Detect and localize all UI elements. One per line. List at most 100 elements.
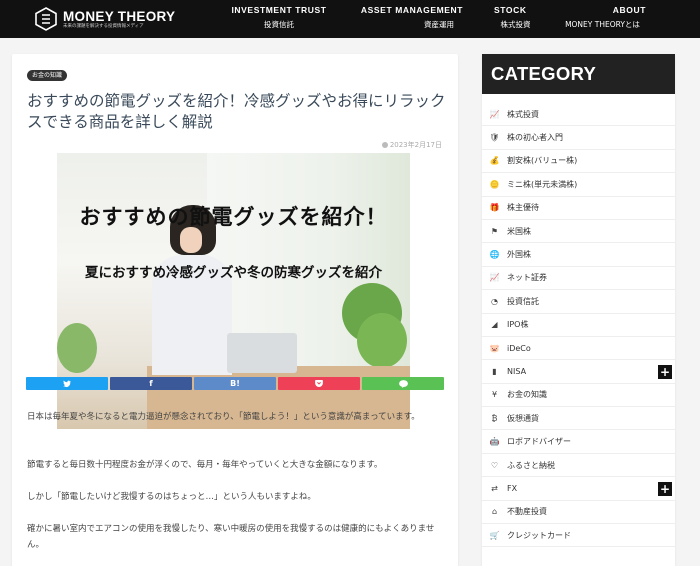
article-title: おすすめの節電グッズを紹介！冷感グッズやお得にリラックスできる商品を詳しく解説 xyxy=(27,92,446,131)
shield-icon: 🛡 xyxy=(489,133,500,143)
house-icon: ⌂ xyxy=(491,507,498,517)
sidebar-category-item[interactable]: 🛡 株の初心者入門 xyxy=(482,126,675,150)
chart-line-icon: 📈 xyxy=(489,109,500,119)
line-share-button[interactable] xyxy=(362,377,444,390)
sidebar-category-item[interactable]: ◔ 投資信託 xyxy=(482,290,675,314)
sidebar-category-label: ミニ株(単元未満株) xyxy=(507,179,578,189)
hero-text-main: おすすめの節電グッズを紹介！ xyxy=(79,205,388,229)
category-sidebar: CATEGORY 📈 株式投資 🛡 株の初心者入門 💰 割安株(バリュー株) 🪙 ミニ株(単元… xyxy=(482,54,675,566)
hero-plant xyxy=(57,323,97,373)
nav-about[interactable]: ABOUT MONEY THEORYとは xyxy=(555,5,650,30)
sidebar-category-label: ロボアドバイザー xyxy=(507,437,571,447)
pocket-share-button[interactable] xyxy=(278,377,360,390)
logo-mark-icon xyxy=(34,7,58,31)
sidebar-category-label: 不動産投資 xyxy=(507,507,547,517)
article-date: 2023年2月17日 xyxy=(381,140,442,150)
twitter-share-button[interactable] xyxy=(26,377,108,390)
sidebar-category-label: 株式投資 xyxy=(507,109,539,119)
sidebar-category-item[interactable]: 📈 株式投資 xyxy=(482,103,675,127)
article-paragraph: 確かに暑い室内でエアコンの使用を我慢したり、寒い中暖房の使用を我慢するのは健康的… xyxy=(27,524,435,550)
hands-icon: ♡ xyxy=(490,460,499,470)
hatena-share-button[interactable]: B! xyxy=(194,377,276,390)
sidebar-category-label: ふるさと納税 xyxy=(507,460,555,470)
line-icon xyxy=(398,379,408,388)
gift-icon: 🎁 xyxy=(489,203,500,213)
sidebar-category-label: iDeCo xyxy=(507,343,531,353)
sidebar-category-label: 仮想通貨 xyxy=(507,413,539,423)
clock-icon xyxy=(381,142,388,148)
sidebar-category-item[interactable]: ¥ お金の知識 xyxy=(482,384,675,408)
sidebar-category-item[interactable]: 🐷 iDeCo xyxy=(482,337,675,361)
coins-icon: 🪙 xyxy=(489,179,500,189)
article-card: お金の知識 おすすめの節電グッズを紹介！冷感グッズやお得にリラックスできる商品を… xyxy=(12,54,458,566)
robot-icon: 🤖 xyxy=(489,437,500,447)
sidebar-category-item[interactable]: ▮ NISA + xyxy=(482,360,675,384)
hatena-icon: B! xyxy=(230,379,240,388)
sidebar-category-item[interactable]: 🎁 株主優待 xyxy=(482,197,675,220)
nav-label-ja: 投資信託 xyxy=(264,20,294,29)
sidebar-category-label: ネット証券 xyxy=(507,273,547,283)
sidebar-category-item[interactable]: ⌂ 不動産投資 xyxy=(482,501,675,525)
nav-stock[interactable]: STOCK 株式投資 xyxy=(488,5,543,30)
sidebar-category-label: 株主優待 xyxy=(507,203,539,213)
logo-subtitle: 未来の課題を解決する投資情報メディア xyxy=(63,23,144,29)
sidebar-category-item[interactable]: ⇄ FX + xyxy=(482,477,675,501)
sidebar-category-label: 投資信託 xyxy=(507,296,539,306)
sidebar-category-item[interactable]: 🌐 外国株 xyxy=(482,243,675,267)
facebook-share-button[interactable]: f xyxy=(110,377,192,390)
flag-icon: ⚑ xyxy=(490,226,499,236)
sidebar-category-label: 割安株(バリュー株) xyxy=(507,156,578,166)
sidebar-category-item[interactable]: 📈 ネット証券 xyxy=(482,267,675,291)
sidebar-category-label: NISA xyxy=(507,366,527,376)
expand-plus-button[interactable]: + xyxy=(658,365,672,380)
sidebar-category-item[interactable]: ⚑ 米国株 xyxy=(482,220,675,244)
sidebar-category-label: 米国株 xyxy=(507,226,531,236)
coin-stack-icon: ¥ xyxy=(491,390,498,400)
article-date-text: 2023年2月17日 xyxy=(389,141,442,149)
nav-asset-management[interactable]: ASSET MANAGEMENT 資産運用 xyxy=(356,5,468,30)
sidebar-category-label: IPO株 xyxy=(507,320,529,330)
exchange-icon: ⇄ xyxy=(491,483,498,493)
cart-icon: 🛒 xyxy=(489,530,500,540)
money-bag-icon: 💰 xyxy=(489,156,500,166)
sidebar-category-label: FX xyxy=(507,483,518,493)
nav-label-en: STOCK xyxy=(494,5,527,15)
article-paragraph: 節電すると毎日数十円程度お金が浮くので、毎月・毎年やっていくと大きな金額になりま… xyxy=(27,460,383,470)
sidebar-category-item[interactable]: ◢ IPO株 xyxy=(482,314,675,337)
article-paragraph: しかし「節電したいけど我慢するのはちょっと…」という人もいますよね。 xyxy=(27,492,316,502)
sidebar-category-label: お金の知識 xyxy=(507,390,547,400)
nav-label-ja: MONEY THEORYとは xyxy=(565,20,640,29)
sidebar-category-label: 外国株 xyxy=(507,250,531,260)
bitcoin-icon: ₿ xyxy=(491,413,498,423)
rising-chart-icon: ◢ xyxy=(491,320,498,330)
nav-investment-trust[interactable]: INVESTMENT TRUST 投資信託 xyxy=(226,5,332,30)
sidebar-category-item[interactable]: 💰 割安株(バリュー株) xyxy=(482,150,675,174)
hero-text-sub: 夏におすすめ冷感グッズや冬の防寒グッズを紹介 xyxy=(85,265,382,281)
expand-plus-button[interactable]: + xyxy=(658,482,672,497)
sidebar-category-item[interactable]: 🪙 ミニ株(単元未満株) xyxy=(482,173,675,197)
hero-laptop xyxy=(227,333,297,373)
logo-title: MONEY THEORY xyxy=(63,8,176,24)
share-buttons: f B! xyxy=(26,377,444,390)
sidebar-category-item[interactable]: ₿ 仮想通貨 xyxy=(482,407,675,431)
nav-label-ja: 資産運用 xyxy=(424,20,454,29)
nav-label-ja: 株式投資 xyxy=(500,20,531,29)
site-logo[interactable]: MONEY THEORY 未来の課題を解決する投資情報メディア xyxy=(34,4,175,34)
sidebar-category-label: 株の初心者入門 xyxy=(507,133,563,143)
sidebar-category-item[interactable]: 🤖 ロボアドバイザー xyxy=(482,430,675,454)
category-badge[interactable]: お金の知識 xyxy=(27,70,68,81)
category-list: 📈 株式投資 🛡 株の初心者入門 💰 割安株(バリュー株) 🪙 ミニ株(単元未満株) 🎁 株主優待… xyxy=(482,103,675,548)
nav-label-en: INVESTMENT TRUST xyxy=(231,5,327,15)
pie-chart-icon: ◔ xyxy=(491,296,498,306)
site-header: MONEY THEORY 未来の課題を解決する投資情報メディア INVESTME… xyxy=(0,0,700,38)
nav-label-en: ABOUT xyxy=(612,5,646,15)
sidebar-category-item[interactable]: ♡ ふるさと納税 xyxy=(482,454,675,478)
sidebar-category-item[interactable]: 🛒 クレジットカード xyxy=(482,524,675,548)
chart-line-icon: 📈 xyxy=(489,273,500,283)
sidebar-heading: CATEGORY xyxy=(482,54,675,94)
article-paragraph: 日本は毎年夏や冬になると電力逼迫が懸念されており、「節電しよう！」という意識が高… xyxy=(27,412,420,422)
facebook-icon: f xyxy=(149,379,153,388)
nav-label-en: ASSET MANAGEMENT xyxy=(360,5,464,15)
sidebar-category-label: クレジットカード xyxy=(507,530,571,540)
pocket-icon xyxy=(315,380,323,387)
